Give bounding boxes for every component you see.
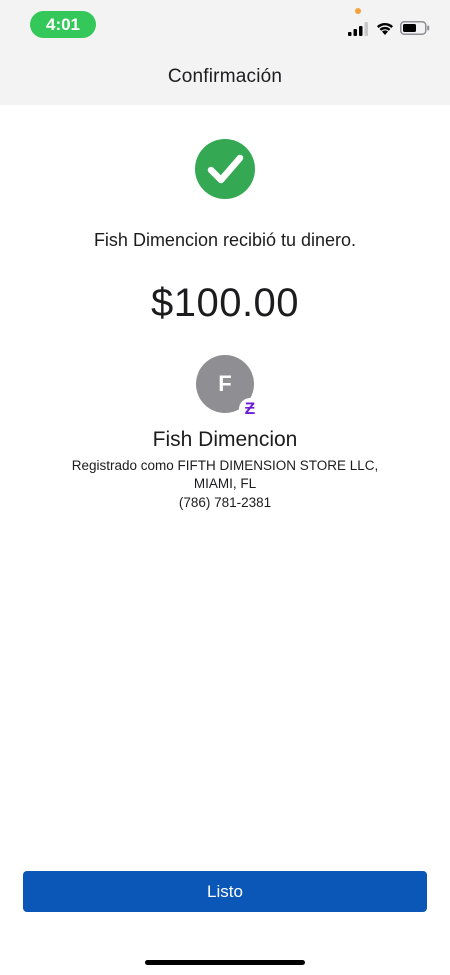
- privacy-indicator-dot: [355, 8, 361, 14]
- status-time: 4:01: [30, 11, 96, 38]
- signal-icon: [348, 22, 368, 36]
- recipient-phone: (786) 781-2381: [178, 495, 272, 510]
- done-button[interactable]: Listo: [23, 871, 427, 912]
- zelle-icon: Ƶ: [239, 398, 261, 420]
- recipient-name: Fish Dimencion: [152, 428, 298, 451]
- registered-as-text: Registrado como FIFTH DIMENSION STORE LL…: [71, 458, 379, 473]
- page-title: Confirmación: [167, 66, 283, 87]
- confirmation-screen: 4:01 Confirmación Fish Dimencion recibió…: [0, 0, 450, 975]
- confirmation-message: Fish Dimencion recibió tu dinero.: [93, 230, 357, 250]
- battery-icon: [400, 21, 430, 35]
- recipient-location: MIAMI, FL: [193, 476, 257, 491]
- avatar-initial: F: [218, 371, 232, 396]
- header-bar: 4:01 Confirmación: [0, 0, 450, 105]
- wifi-icon: [377, 22, 393, 35]
- checkmark-circle-icon: [195, 139, 255, 199]
- home-indicator[interactable]: [145, 960, 305, 965]
- payment-amount: $100.00: [150, 281, 300, 325]
